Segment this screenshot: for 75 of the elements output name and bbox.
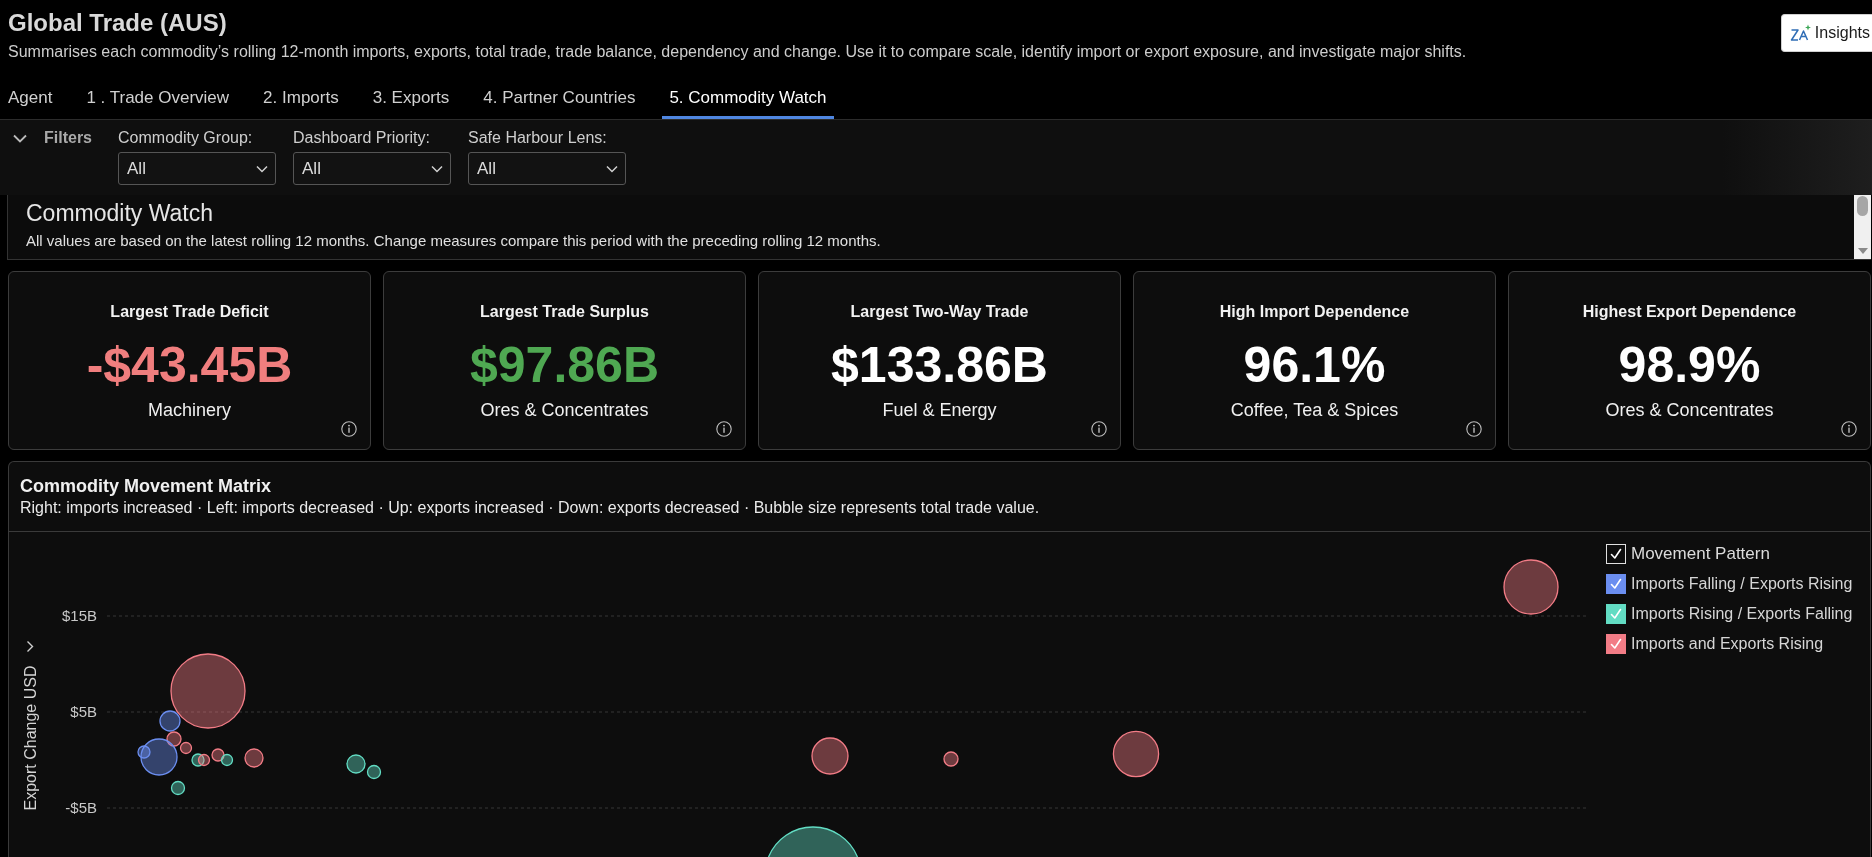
bubble (811, 737, 849, 775)
legend-label[interactable]: Imports and Exports Rising (1631, 634, 1824, 654)
insights-button[interactable]: Insights (1780, 14, 1872, 52)
info-icon[interactable] (1091, 421, 1107, 437)
legend-checkbox[interactable] (1606, 574, 1626, 594)
chevron-icon (431, 164, 443, 173)
filter-label: Dashboard Priority: (293, 128, 431, 148)
kpi-subtitle: Fuel & Energy (882, 399, 997, 421)
chevron-icon (13, 133, 27, 143)
bubble (211, 748, 225, 762)
chevron-icon[interactable] (26, 640, 34, 653)
kpi-value: -$43.45B (86, 337, 293, 393)
section-heading: Commodity Watch (26, 199, 215, 227)
check-icon (1609, 547, 1623, 561)
chevron-icon (606, 164, 618, 173)
axis-title: Export Change USD (21, 665, 39, 811)
tick-label: -$5B (65, 799, 97, 816)
bubble (220, 753, 234, 767)
chevron-icon (256, 164, 268, 173)
scrollbar-thumb[interactable] (1857, 196, 1868, 216)
tab[interactable]: 1 . Trade Overview (79, 76, 237, 119)
bubble (943, 751, 959, 767)
tab[interactable]: 4. Partner Countries (476, 76, 643, 119)
tab[interactable]: 2. Imports (256, 76, 346, 119)
kpi-value: 96.1% (1243, 337, 1386, 393)
kpi-subtitle: Machinery (148, 399, 231, 421)
bubble (1112, 730, 1160, 778)
kpi-subtitle: Coffee, Tea & Spices (1230, 399, 1399, 421)
tick-label: $15B (61, 607, 97, 624)
checkbox[interactable] (1606, 544, 1626, 564)
tick-label: $5B (70, 703, 97, 720)
kpi-subtitle: Ores & Concentrates (480, 399, 649, 421)
chart-title: Commodity Movement Matrix (20, 475, 273, 497)
scrollbar[interactable] (1854, 195, 1871, 259)
kpi-title: Highest Export Dependence (1582, 302, 1797, 322)
page-title: Global Trade (AUS) (8, 8, 228, 38)
scroll-down-icon[interactable] (1857, 248, 1868, 254)
tab[interactable]: Agent (1, 76, 60, 119)
dropdown[interactable]: All (118, 152, 276, 185)
kpi-title: Largest Trade Surplus (480, 302, 649, 322)
legend-checkbox[interactable] (1606, 634, 1626, 654)
legend-checkbox[interactable] (1606, 604, 1626, 624)
bubble (1503, 559, 1559, 615)
legend-label[interactable]: Imports Falling / Exports Rising (1631, 574, 1853, 594)
tab[interactable]: 3. Exports (365, 76, 457, 119)
info-icon[interactable] (716, 421, 732, 437)
info-icon[interactable] (1466, 421, 1482, 437)
info-icon[interactable] (1841, 421, 1857, 437)
dropdown[interactable]: All (293, 152, 451, 185)
kpi-value: $97.86B (469, 337, 659, 393)
bubble (244, 748, 264, 768)
logo-icon (1789, 24, 1812, 42)
dropdown[interactable]: All (468, 152, 626, 185)
bubble (170, 780, 186, 796)
page-description: Summarises each commodity’s rolling 12-month imports, exports, total trade, trade balance, dependency and change. Use it to compare scale, identify import or export exposure, and investigate major shifts. (8, 42, 1468, 62)
bubble (366, 764, 382, 780)
kpi-subtitle: Ores & Concentrates (1605, 399, 1774, 421)
legend-title: Movement Pattern (1631, 544, 1770, 564)
filter-label: Commodity Group: (118, 128, 254, 148)
kpi-title: Largest Two-Way Trade (850, 302, 1029, 322)
bubble (197, 753, 211, 767)
chart-subtitle: Right: imports increased · Left: imports decreased · Up: exports increased · Down: exports decreased · Bubble size represents total trade value. (20, 498, 1041, 518)
check-icon (1609, 607, 1623, 621)
section-description: All values are based on the latest rolling 12 months. Change measures compare this period with the preceding rolling 12 months. (26, 231, 882, 251)
info-icon[interactable] (341, 421, 357, 437)
bubble (346, 754, 366, 774)
kpi-value: 98.9% (1618, 337, 1761, 393)
filter-label: Safe Harbour Lens: (468, 128, 608, 148)
filters-toggle[interactable]: Filters (13, 128, 92, 148)
kpi-value: $133.86B (831, 337, 1048, 393)
legend-label[interactable]: Imports Rising / Exports Falling (1631, 604, 1853, 624)
kpi-title: Largest Trade Deficit (110, 302, 269, 322)
check-icon (1609, 637, 1623, 651)
kpi-title: High Import Dependence (1219, 302, 1410, 322)
check-icon (1609, 577, 1623, 591)
